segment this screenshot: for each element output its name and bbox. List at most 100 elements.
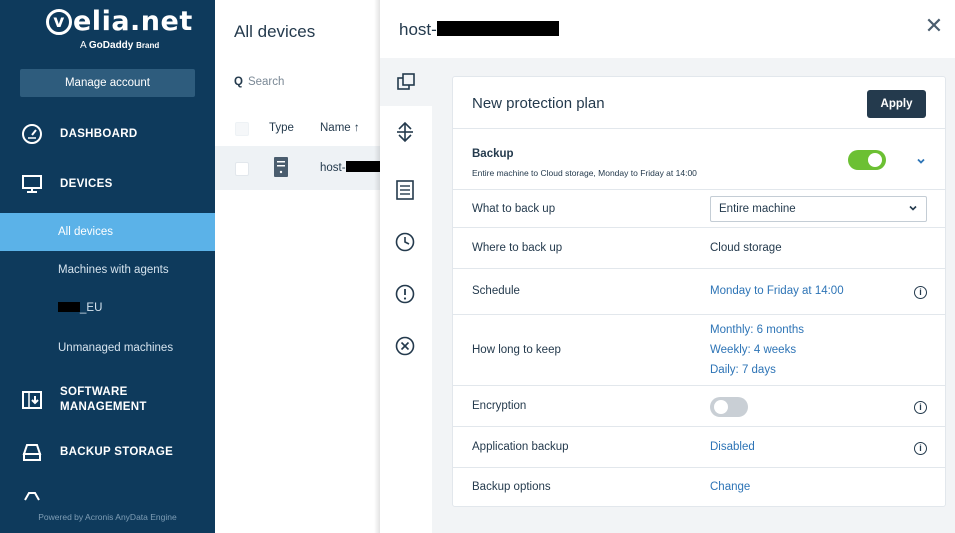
rail-details-tab[interactable]: [393, 178, 417, 202]
info-icon[interactable]: i: [914, 442, 927, 455]
sidebar-item-all-devices[interactable]: All devices: [0, 213, 215, 251]
software-install-icon: [21, 389, 43, 411]
row-encryption: Encryption i: [453, 387, 945, 427]
protection-drawer: host- ✕ New protection plan Apply Backup: [380, 0, 955, 533]
what-label: What to back up: [472, 203, 556, 215]
column-name[interactable]: Name ↑: [320, 122, 360, 134]
row-where-to-back-up: Where to back up Cloud storage: [453, 229, 945, 269]
app-backup-label: Application backup: [472, 441, 569, 453]
logo-subtitle: A GoDaddy Brand: [80, 40, 159, 51]
rail-activities-tab[interactable]: [393, 230, 417, 254]
info-icon[interactable]: i: [914, 401, 927, 414]
backup-options-link[interactable]: Change: [710, 481, 750, 493]
copy-windows-icon: [397, 73, 415, 90]
chevron-down-icon: [909, 205, 917, 211]
nav-backup-storage[interactable]: BACKUP STORAGE: [0, 434, 215, 470]
server-icon: [274, 157, 288, 182]
keep-daily[interactable]: Daily: 7 days: [710, 364, 776, 376]
search-placeholder: Search: [247, 76, 285, 88]
select-all-checkbox[interactable]: [235, 122, 249, 136]
nav-backup-storage-label: BACKUP STORAGE: [60, 446, 174, 458]
alert-icon: [395, 284, 415, 304]
search-input[interactable]: Q Search: [234, 76, 284, 88]
apply-button[interactable]: Apply: [867, 90, 926, 118]
plan-header: New protection plan Apply: [453, 77, 945, 129]
monitor-icon: [21, 173, 43, 195]
dashboard-gauge-icon: [21, 123, 43, 145]
storage-drive-icon: [21, 441, 43, 463]
row-retention: How long to keep Monthly: 6 months Weekl…: [453, 316, 945, 386]
nav-software-label-line2: MANAGEMENT: [60, 401, 147, 413]
row-name-text: host-: [320, 162, 346, 174]
nav-devices-label: DEVICES: [60, 178, 113, 190]
row-schedule: Schedule Monday to Friday at 14:00 i: [453, 270, 945, 315]
schedule-link[interactable]: Monday to Friday at 14:00: [710, 285, 844, 297]
logo-text: elia.net: [73, 6, 193, 37]
redacted-block: [436, 21, 559, 36]
sidebar-item-eu-group[interactable]: _EU: [0, 289, 215, 327]
logo-sub-prefix: A: [80, 40, 87, 51]
nav-dashboard-label: DASHBOARD: [60, 128, 138, 140]
app-backup-link[interactable]: Disabled: [710, 441, 755, 453]
nav-more-icon[interactable]: [22, 488, 42, 506]
rail-protect-tab[interactable]: [380, 58, 432, 106]
encryption-label: Encryption: [472, 400, 527, 412]
encryption-toggle[interactable]: [710, 397, 748, 417]
column-type[interactable]: Type: [269, 122, 294, 134]
backup-toggle[interactable]: [848, 150, 886, 170]
keep-weekly[interactable]: Weekly: 4 weeks: [710, 344, 796, 356]
drawer-title: host-: [399, 20, 559, 40]
info-icon[interactable]: i: [914, 286, 927, 299]
sidebar: v elia.net A GoDaddy Brand Manage account…: [0, 0, 215, 533]
row-what-to-back-up: What to back up Entire machine: [453, 191, 945, 228]
table-header: Type Name ↑: [215, 118, 380, 142]
table-row[interactable]: host-: [215, 146, 386, 190]
row-application-backup: Application backup Disabled i: [453, 428, 945, 468]
where-value[interactable]: Cloud storage: [710, 242, 782, 254]
backup-section-header: Backup Entire machine to Cloud storage, …: [453, 130, 945, 190]
protection-plan-card: New protection plan Apply Backup Entire …: [452, 76, 946, 507]
where-label: Where to back up: [472, 242, 563, 254]
rail-delete-tab[interactable]: [393, 334, 417, 358]
logo-circle-icon: v: [46, 9, 72, 35]
clock-icon: [395, 232, 415, 252]
brand-logo[interactable]: v elia.net A GoDaddy Brand: [0, 0, 215, 62]
drawer-header: host- ✕: [380, 0, 955, 58]
nav-software-management[interactable]: SOFTWARE MANAGEMENT: [0, 380, 215, 420]
backup-description: Entire machine to Cloud storage, Monday …: [472, 168, 697, 178]
chevron-down-icon[interactable]: [915, 155, 927, 167]
logo-wordmark: v elia.net: [46, 6, 193, 37]
schedule-label: Schedule: [472, 285, 520, 297]
sidebar-item-unmanaged-machines[interactable]: Unmanaged machines: [0, 329, 215, 367]
keep-monthly[interactable]: Monthly: 6 months: [710, 324, 804, 336]
row-backup-options: Backup options Change: [453, 469, 945, 506]
nav-software-label: SOFTWARE MANAGEMENT: [60, 385, 147, 415]
page-title: All devices: [234, 22, 316, 41]
drawer-icon-rail: [380, 58, 432, 533]
nav-devices[interactable]: DEVICES: [0, 166, 215, 202]
logo-sub-brand: GoDaddy: [88, 40, 134, 51]
manage-account-button[interactable]: Manage account: [20, 69, 195, 97]
document-list-icon: [396, 180, 414, 200]
rail-alerts-tab[interactable]: [393, 282, 417, 306]
what-to-back-up-select[interactable]: Entire machine: [710, 196, 927, 222]
row-checkbox[interactable]: [235, 162, 249, 176]
backup-title: Backup: [472, 148, 514, 160]
toggle-knob: [714, 400, 728, 414]
transfer-arrows-icon: [397, 121, 413, 143]
sidebar-item-machines-with-agents[interactable]: Machines with agents: [0, 251, 215, 289]
nav-software-label-line1: SOFTWARE: [60, 386, 128, 398]
logo-sub-suffix: Brand: [136, 41, 160, 50]
nav-dashboard[interactable]: DASHBOARD: [0, 116, 215, 152]
drawer-title-text: host-: [399, 20, 437, 39]
plan-name[interactable]: New protection plan: [472, 95, 605, 112]
cancel-circle-icon: [395, 336, 415, 356]
sidebar-item-eu-label: _EU: [80, 302, 103, 314]
search-icon: Q: [234, 76, 243, 88]
what-value: Entire machine: [719, 203, 796, 215]
devices-panel: All devices Q Search Type Name ↑ host-: [215, 0, 386, 533]
rail-recovery-tab[interactable]: [393, 120, 417, 144]
keep-label: How long to keep: [472, 344, 561, 356]
backup-options-label: Backup options: [472, 481, 551, 493]
close-icon[interactable]: ✕: [922, 14, 946, 38]
